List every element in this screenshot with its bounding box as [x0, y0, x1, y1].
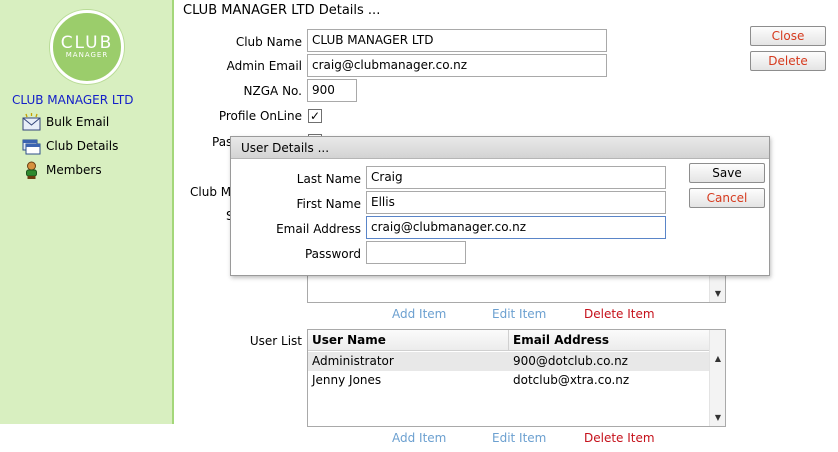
column-header-email[interactable]: Email Address: [509, 330, 710, 351]
admin-email-input[interactable]: craig@clubmanager.co.nz: [307, 54, 607, 77]
user-list-label: User List: [249, 334, 302, 348]
cell-user-name: Administrator: [312, 354, 394, 368]
sidebar: CLUB MANAGER CLUB MANAGER LTD Bulk Email…: [0, 0, 174, 424]
email-address-input[interactable]: craig@clubmanager.co.nz: [366, 216, 666, 239]
delete-item-link[interactable]: Delete Item: [584, 307, 655, 321]
email-address-label: Email Address: [276, 222, 361, 236]
user-list-grid[interactable]: User Name Email Address Administrator 90…: [307, 329, 726, 427]
password-input[interactable]: [366, 241, 466, 264]
sidebar-item-label: Club Details: [46, 139, 119, 153]
sidebar-club-name[interactable]: CLUB MANAGER LTD: [12, 93, 133, 107]
person-icon: [22, 161, 41, 180]
grid-header: User Name Email Address: [308, 330, 710, 351]
club-name-input[interactable]: CLUB MANAGER LTD: [307, 29, 607, 52]
profile-online-checkbox[interactable]: ✓: [308, 109, 322, 123]
profile-online-label: Profile OnLine: [218, 109, 302, 123]
cancel-button[interactable]: Cancel: [689, 188, 765, 208]
add-item-link[interactable]: Add Item: [392, 307, 446, 321]
admin-email-label: Admin Email: [226, 59, 302, 73]
sidebar-item-members[interactable]: Members: [22, 160, 102, 180]
last-name-input[interactable]: Craig: [366, 166, 666, 189]
save-button[interactable]: Save: [689, 163, 765, 183]
nzga-number-label: NZGA No.: [243, 84, 302, 98]
delete-button[interactable]: Delete: [750, 51, 826, 71]
cell-email: 900@dotclub.co.nz: [513, 354, 628, 368]
club-name-label: Club Name: [235, 35, 302, 49]
delete-item-link[interactable]: Delete Item: [584, 431, 655, 445]
table-row[interactable]: Jenny Jones dotclub@xtra.co.nz: [308, 371, 710, 390]
folder-window-icon: [22, 137, 41, 156]
first-name-input[interactable]: Ellis: [366, 191, 666, 214]
add-item-link[interactable]: Add Item: [392, 431, 446, 445]
club-manager-logo: CLUB MANAGER: [50, 10, 124, 84]
scroll-down-icon[interactable]: ▼: [710, 286, 726, 302]
edit-item-link[interactable]: Edit Item: [492, 431, 546, 445]
sidebar-item-bulk-email[interactable]: Bulk Email: [22, 112, 109, 132]
last-name-label: Last Name: [296, 172, 361, 186]
password-label: Password: [304, 247, 361, 261]
user-details-dialog: User Details ... Last Name Craig First N…: [230, 136, 770, 276]
table-row[interactable]: Administrator 900@dotclub.co.nz: [308, 352, 710, 371]
edit-item-link[interactable]: Edit Item: [492, 307, 546, 321]
sidebar-item-label: Members: [46, 163, 102, 177]
dialog-title: User Details ...: [231, 137, 769, 159]
envelope-icon: [22, 112, 41, 132]
scrollbar[interactable]: ▲ ▼: [709, 330, 725, 426]
cell-user-name: Jenny Jones: [312, 373, 382, 387]
sidebar-item-club-details[interactable]: Club Details: [22, 136, 118, 156]
scroll-up-icon[interactable]: ▲: [710, 351, 726, 367]
logo-text-top: CLUB: [60, 32, 114, 53]
first-name-label: First Name: [296, 197, 361, 211]
logo-text-bottom: MANAGER: [65, 50, 109, 59]
column-header-user-name[interactable]: User Name: [308, 330, 509, 351]
close-button[interactable]: Close: [750, 26, 826, 46]
cell-email: dotclub@xtra.co.nz: [513, 373, 630, 387]
nzga-number-input[interactable]: 900: [307, 79, 357, 102]
sidebar-item-label: Bulk Email: [46, 115, 110, 129]
page-title: CLUB MANAGER LTD Details ...: [183, 3, 381, 18]
scroll-down-icon[interactable]: ▼: [710, 410, 726, 426]
